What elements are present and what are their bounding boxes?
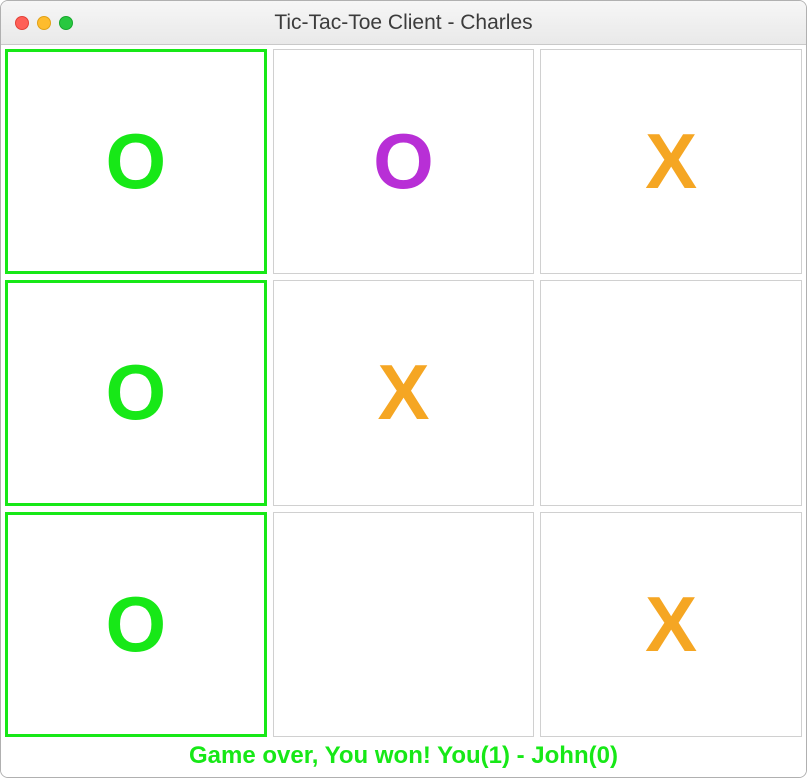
close-icon[interactable] — [15, 16, 29, 30]
app-window: Tic-Tac-Toe Client - Charles O O X O X O… — [0, 0, 807, 778]
cell-0-0[interactable]: O — [5, 49, 267, 274]
cell-0-2[interactable]: X — [540, 49, 802, 274]
cell-mark: O — [105, 116, 166, 207]
content-area: O O X O X O X Game over, You won! You(1)… — [1, 45, 806, 777]
cell-1-0[interactable]: O — [5, 280, 267, 505]
cell-mark: O — [105, 347, 166, 438]
cell-mark: O — [373, 116, 434, 207]
cell-1-2[interactable] — [540, 280, 802, 505]
cell-2-0[interactable]: O — [5, 512, 267, 737]
cell-mark: X — [645, 116, 697, 207]
cell-mark: O — [105, 579, 166, 670]
window-controls — [15, 16, 73, 30]
status-text: Game over, You won! You(1) - John(0) — [5, 737, 802, 773]
minimize-icon[interactable] — [37, 16, 51, 30]
cell-1-1[interactable]: X — [273, 280, 535, 505]
game-board: O O X O X O X — [5, 49, 802, 737]
cell-2-1[interactable] — [273, 512, 535, 737]
window-title: Tic-Tac-Toe Client - Charles — [1, 11, 806, 35]
cell-mark: X — [645, 579, 697, 670]
cell-2-2[interactable]: X — [540, 512, 802, 737]
zoom-icon[interactable] — [59, 16, 73, 30]
cell-mark: X — [377, 347, 429, 438]
cell-0-1[interactable]: O — [273, 49, 535, 274]
titlebar: Tic-Tac-Toe Client - Charles — [1, 1, 806, 45]
